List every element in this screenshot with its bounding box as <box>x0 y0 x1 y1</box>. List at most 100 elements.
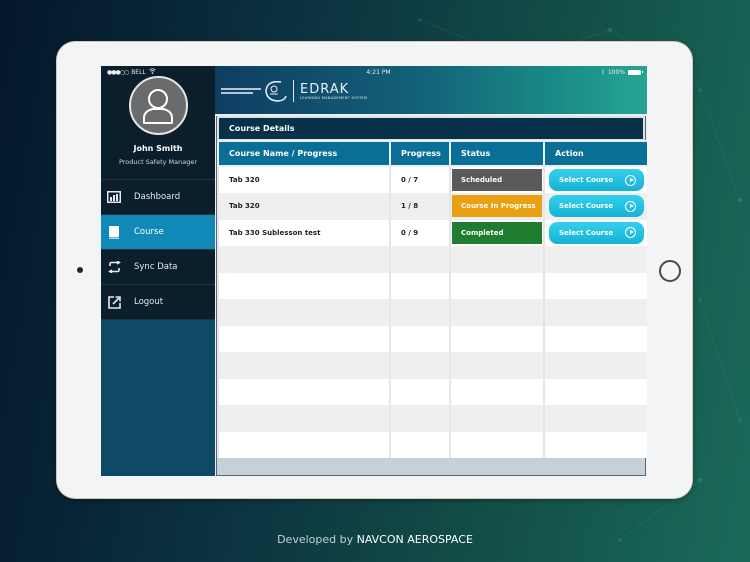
book-icon <box>107 225 121 239</box>
empty-table-row <box>217 325 647 352</box>
empty-cell <box>389 325 451 352</box>
empty-table-row <box>217 405 647 432</box>
table-row[interactable]: Tab 330 Sublesson test 0 / 9 Completed S… <box>217 219 647 246</box>
user-profile: John Smith Product Safety Manager <box>101 66 215 180</box>
select-course-label: Select Course <box>559 202 614 211</box>
course-details-panel: Course Details Course Name / Progress Pr… <box>216 116 647 476</box>
status-badge: Scheduled <box>452 169 542 191</box>
empty-cell <box>217 246 391 273</box>
empty-cell <box>389 299 451 326</box>
panel-title: Course Details <box>217 116 645 140</box>
sidebar-item-dashboard[interactable]: Dashboard <box>101 180 215 215</box>
ipad-camera <box>77 267 83 273</box>
academy-wordmark <box>221 85 261 97</box>
status-cell: Completed <box>449 219 545 246</box>
empty-cell <box>543 272 647 299</box>
course-name: Tab 330 Sublesson test <box>217 219 391 246</box>
empty-cell <box>449 325 545 352</box>
empty-cell <box>389 431 451 458</box>
empty-cell <box>217 378 391 405</box>
select-course-button[interactable]: Select Course <box>549 169 644 191</box>
course-table: Course Name / Progress Progress Status A… <box>217 140 647 458</box>
course-progress: 0 / 7 <box>389 166 451 193</box>
empty-cell <box>543 352 647 379</box>
status-badge: Course In Progress <box>452 195 542 218</box>
select-course-button[interactable]: Select Course <box>549 195 644 218</box>
empty-cell <box>543 431 647 458</box>
empty-table-row <box>217 299 647 326</box>
column-header-status[interactable]: Status <box>449 140 545 167</box>
sidebar-item-course[interactable]: Course <box>101 215 215 250</box>
select-course-button[interactable]: Select Course <box>549 221 644 244</box>
select-course-label: Select Course <box>559 176 614 184</box>
user-role: Product Safety Manager <box>118 158 198 166</box>
empty-cell <box>449 299 545 326</box>
status-bar: ●●●○○ BELL 4:21 PM ᛒ 100% <box>101 66 647 78</box>
sidebar-item-label: Dashboard <box>134 192 181 202</box>
empty-cell <box>543 378 647 405</box>
action-cell: Select Course <box>543 166 647 193</box>
column-header-progress[interactable]: Progress <box>389 140 451 167</box>
empty-cell <box>543 325 647 352</box>
sidebar-item-sync-data[interactable]: Sync Data <box>101 250 215 285</box>
column-header-action[interactable]: Action <box>543 140 647 167</box>
sidebar-item-label: Sync Data <box>134 262 178 272</box>
developer-prefix: Developed by <box>277 533 354 546</box>
empty-cell <box>543 405 647 432</box>
main-content: EDRAK LEARNING MANAGEMENT SYSTEM Course … <box>215 66 647 476</box>
empty-cell <box>389 405 451 432</box>
table-row[interactable]: Tab 320 0 / 7 Scheduled Select Course <box>217 166 647 193</box>
sidebar-nav: Dashboard Course Sync Data Logout <box>101 180 215 320</box>
sync-icon <box>107 260 121 274</box>
ipad-frame: ●●●○○ BELL 4:21 PM ᛒ 100% John Smith Pro… <box>57 42 692 498</box>
table-row[interactable]: Tab 320 1 / 8 Course In Progress Select … <box>217 193 647 220</box>
empty-table-row <box>217 272 647 299</box>
developer-credit: Developed by NAVCON AEROSPACE <box>0 533 750 546</box>
empty-table-row <box>217 246 647 273</box>
empty-cell <box>217 325 391 352</box>
logo-divider <box>293 80 294 102</box>
edrak-logo: EDRAK LEARNING MANAGEMENT SYSTEM <box>221 78 367 104</box>
empty-cell <box>217 405 391 432</box>
logo-title: EDRAK <box>300 81 350 97</box>
empty-table-row <box>217 378 647 405</box>
column-header-course-name[interactable]: Course Name / Progress <box>217 140 391 167</box>
empty-cell <box>389 272 451 299</box>
course-name: Tab 320 <box>217 193 391 220</box>
logout-icon <box>107 295 121 309</box>
app-screen: ●●●○○ BELL 4:21 PM ᛒ 100% John Smith Pro… <box>101 66 647 476</box>
empty-cell <box>449 272 545 299</box>
battery-icon <box>627 69 643 75</box>
empty-cell <box>449 378 545 405</box>
sidebar-item-logout[interactable]: Logout <box>101 285 215 320</box>
empty-cell <box>217 352 391 379</box>
empty-cell <box>543 299 647 326</box>
sidebar-item-label: Course <box>134 227 164 237</box>
ipad-home-button[interactable] <box>659 260 681 282</box>
empty-cell <box>217 431 391 458</box>
empty-cell <box>449 352 545 379</box>
sidebar-item-label: Logout <box>134 297 164 307</box>
empty-table-row <box>217 431 647 458</box>
play-icon <box>625 174 636 186</box>
wifi-icon <box>149 68 156 76</box>
avatar[interactable] <box>128 76 188 135</box>
select-course-label: Select Course <box>559 228 614 237</box>
status-cell: Course In Progress <box>449 193 545 220</box>
signal-icon: ●●●○○ <box>107 68 129 76</box>
empty-cell <box>543 246 647 273</box>
table-header-row: Course Name / Progress Progress Status A… <box>217 140 647 167</box>
action-cell: Select Course <box>543 193 647 220</box>
empty-cell <box>217 272 391 299</box>
bluetooth-icon: ᛒ <box>601 68 605 76</box>
user-icon <box>143 88 173 124</box>
empty-cell <box>217 299 391 326</box>
developer-company: NAVCON AEROSPACE <box>356 533 473 546</box>
empty-cell <box>449 431 545 458</box>
empty-cell <box>449 246 545 273</box>
clock: 4:21 PM <box>366 68 391 76</box>
empty-cell <box>389 246 451 273</box>
battery-percent: 100% <box>607 68 625 76</box>
play-icon <box>625 227 636 239</box>
dashboard-icon <box>107 190 121 204</box>
